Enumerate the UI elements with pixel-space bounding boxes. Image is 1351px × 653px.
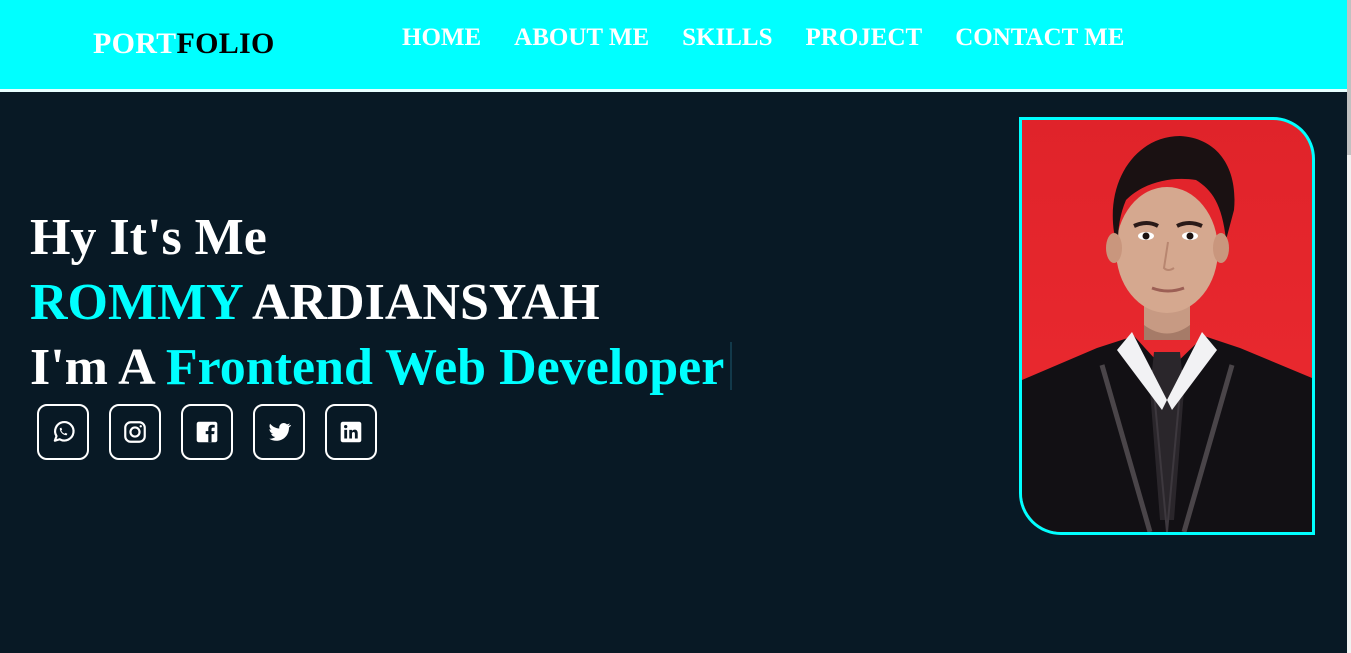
role-prefix: I'm A xyxy=(30,339,153,396)
hero-text: Hy It's Me ROMMY ARDIANSYAH I'm A Fronte… xyxy=(30,205,733,400)
nav-skills[interactable]: SKILLS xyxy=(682,24,772,52)
social-links xyxy=(37,404,377,460)
facebook-icon xyxy=(196,421,218,443)
whatsapp-link[interactable] xyxy=(37,404,89,460)
typing-cursor xyxy=(730,342,733,390)
last-name: ARDIANSYAH xyxy=(251,274,600,331)
nav-about-me[interactable]: ABOUT ME xyxy=(514,24,649,52)
profile-photo xyxy=(1019,117,1315,535)
nav-home[interactable]: HOME xyxy=(402,24,481,52)
whatsapp-icon xyxy=(53,420,75,442)
role-line: I'm A Frontend Web Developer xyxy=(30,335,733,400)
name-line: ROMMY ARDIANSYAH xyxy=(30,270,732,335)
logo-part-1: PORT xyxy=(93,27,177,60)
role-text: Frontend Web Developer xyxy=(165,339,725,396)
twitter-link[interactable] xyxy=(253,404,305,460)
greeting: Hy It's Me xyxy=(30,209,267,266)
instagram-link[interactable] xyxy=(109,404,161,460)
nav-contact-me[interactable]: CONTACT ME xyxy=(955,24,1124,52)
navbar: PORTFOLIO HOME ABOUT ME SKILLS PROJECT C… xyxy=(0,0,1347,92)
linkedin-link[interactable] xyxy=(325,404,377,460)
profile-portrait xyxy=(1022,136,1312,532)
scrollbar-thumb[interactable] xyxy=(1347,0,1351,155)
twitter-icon xyxy=(269,423,292,441)
first-name: ROMMY xyxy=(30,274,242,331)
scrollbar[interactable] xyxy=(1347,0,1351,653)
nav-project[interactable]: PROJECT xyxy=(806,24,923,52)
facebook-link[interactable] xyxy=(181,404,233,460)
linkedin-icon xyxy=(340,421,362,443)
logo-part-2: FOLIO xyxy=(176,27,275,60)
instagram-icon xyxy=(124,421,146,443)
nav-links: HOME ABOUT ME SKILLS PROJECT CONTACT ME xyxy=(402,24,1124,52)
logo[interactable]: PORTFOLIO xyxy=(93,27,275,61)
